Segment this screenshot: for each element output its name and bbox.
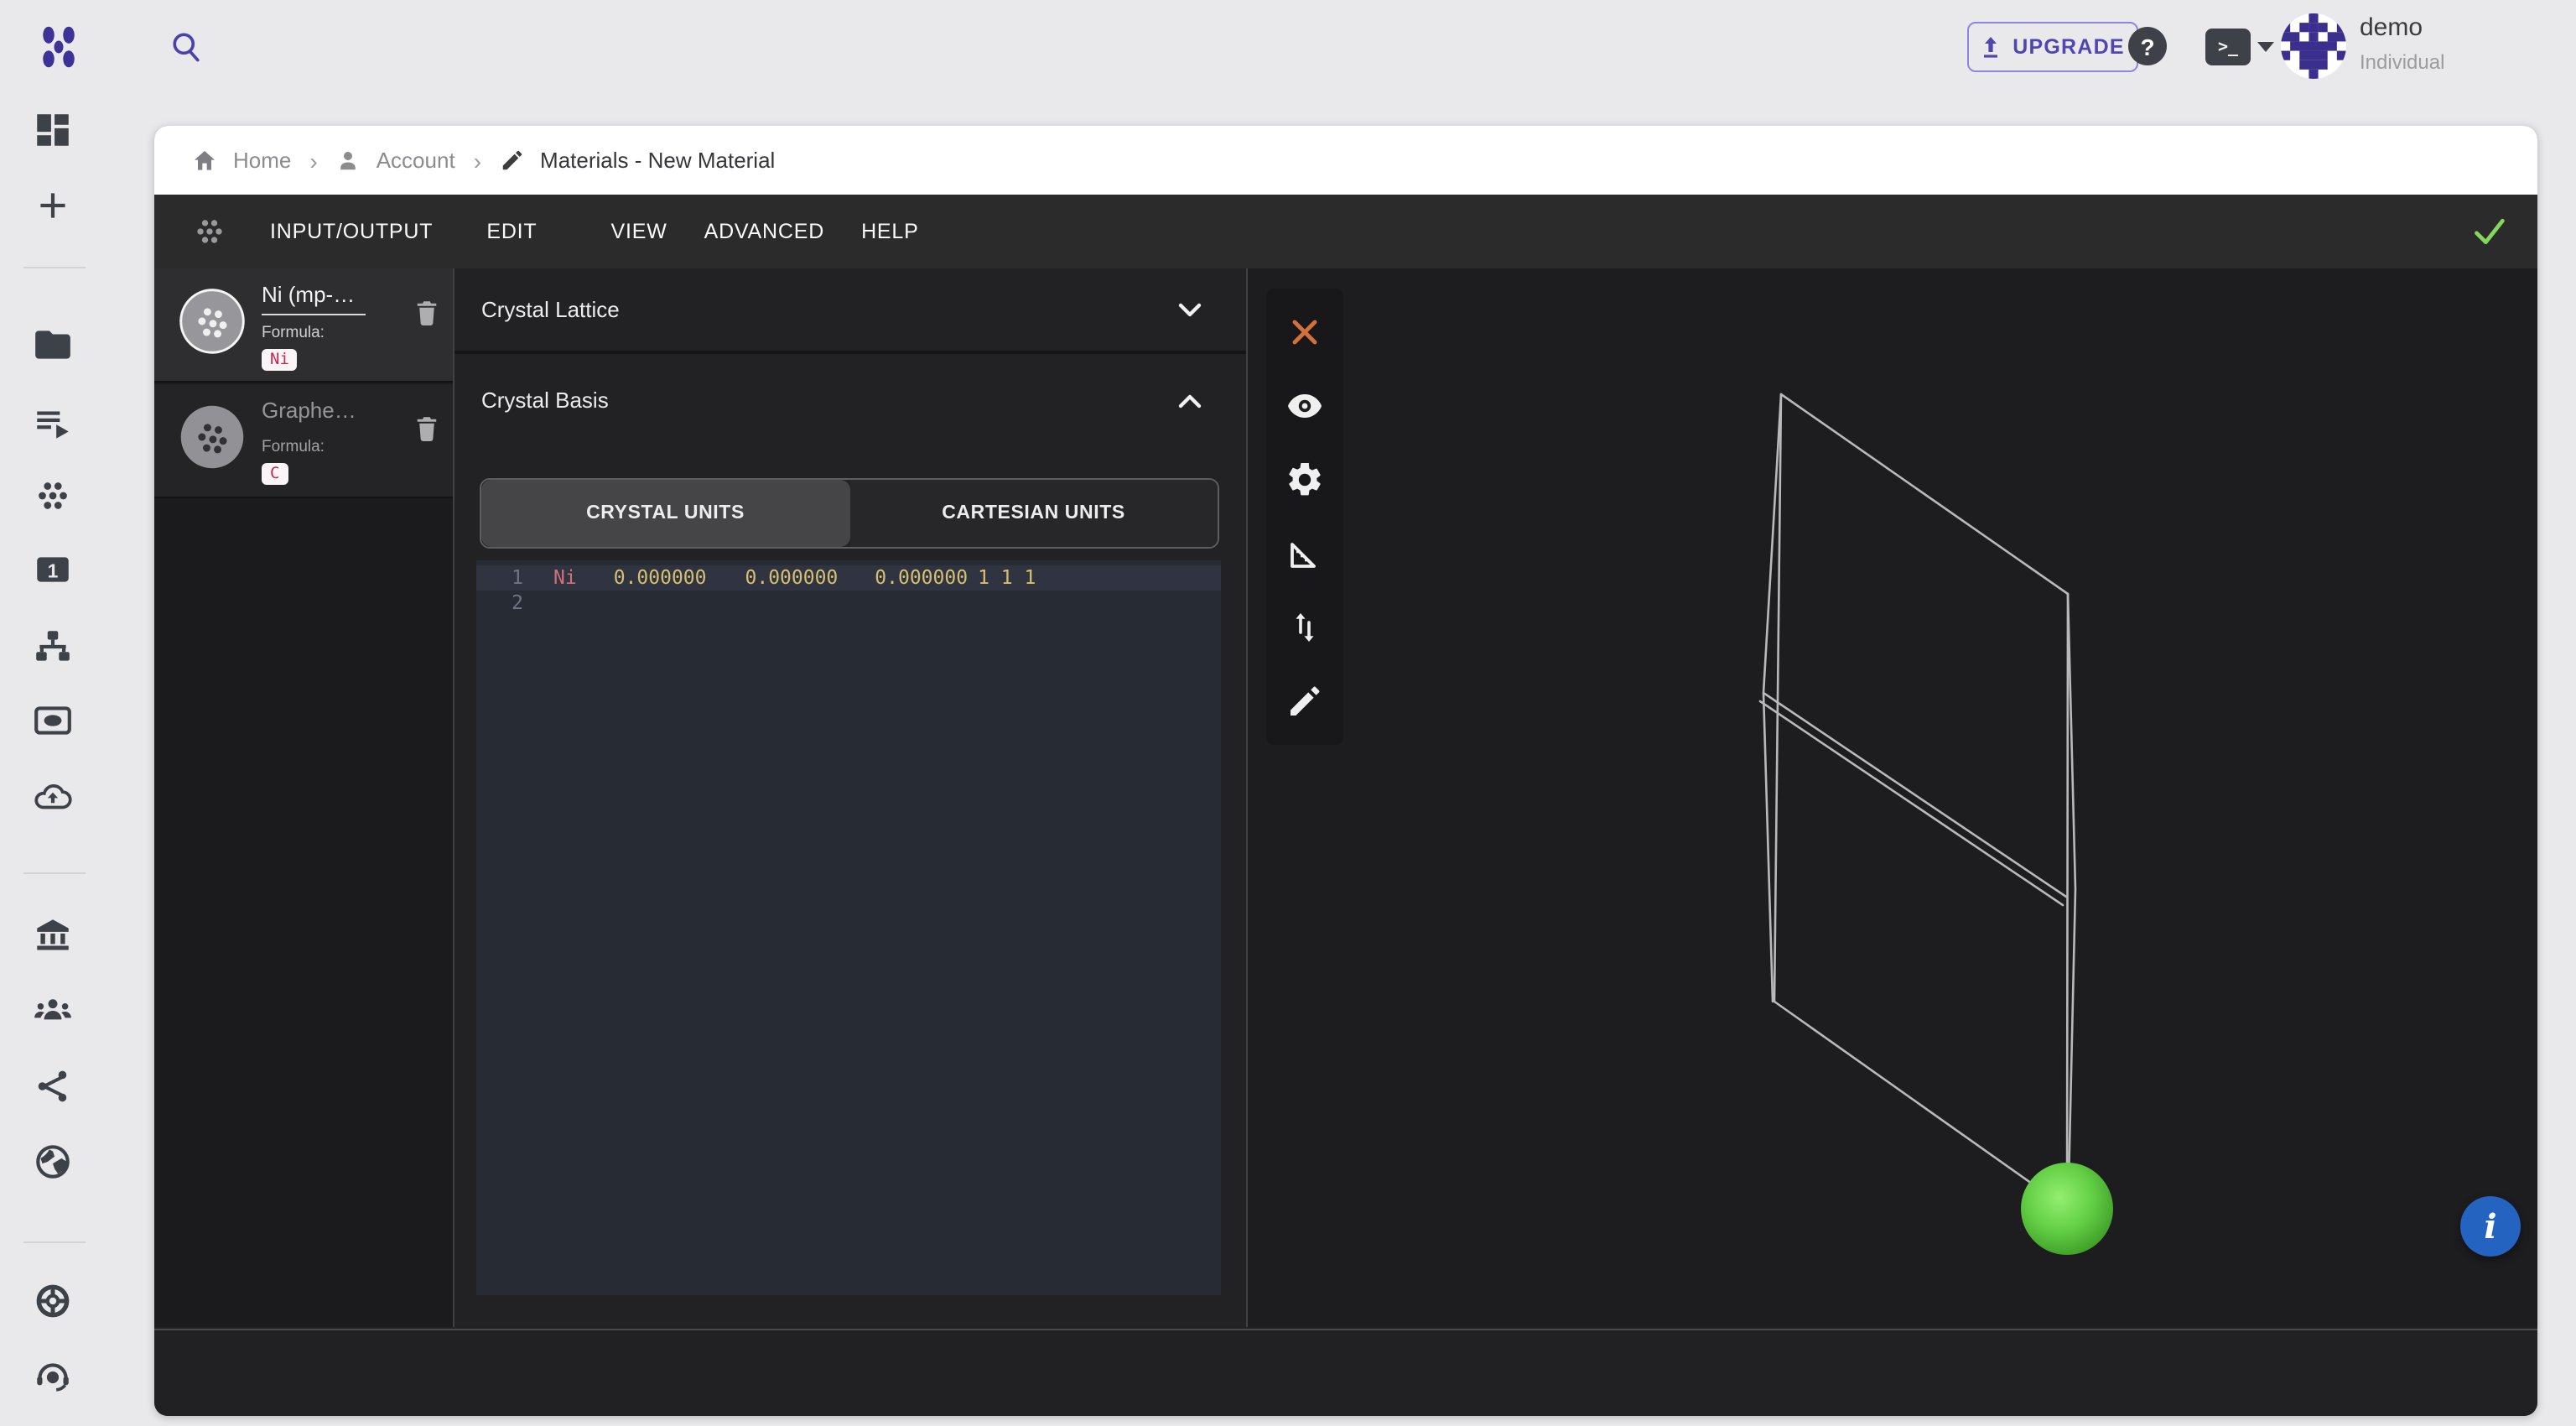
upgrade-button[interactable]: UPGRADE	[1967, 22, 2138, 72]
app-logo-icon[interactable]	[34, 22, 84, 72]
menu-advanced[interactable]: ADVANCED	[686, 210, 843, 253]
material-atoms-icon	[191, 213, 228, 250]
sidebar-item-unit-box[interactable]: 1	[32, 549, 74, 591]
sidebar-item-team[interactable]	[32, 990, 74, 1032]
editor-line[interactable]: 1 Ni 0.000000 0.000000 0.000000 1 1 1	[476, 565, 1221, 591]
upload-icon	[1981, 35, 2001, 59]
line-number: 1	[500, 565, 523, 591]
formula-chip: Ni	[262, 349, 298, 371]
info-button[interactable]: i	[2460, 1196, 2521, 1257]
sidebar-item-materials[interactable]	[32, 475, 74, 517]
app-root: UPGRADE ? >_ demo Individual	[0, 0, 2576, 1426]
formula-label: Formula:	[262, 324, 414, 342]
sidebar-item-folders[interactable]	[32, 324, 74, 366]
delete-material-icon[interactable]	[414, 299, 439, 327]
account-icon[interactable]	[336, 148, 361, 173]
breadcrumb-account[interactable]: Account	[377, 148, 455, 173]
tab-crystal-units[interactable]: CRYSTAL UNITS	[481, 480, 849, 547]
material-list-item[interactable]: Graphe… Formula: C	[154, 384, 453, 498]
menu-view[interactable]: VIEW	[593, 210, 686, 253]
formula-chip: C	[262, 463, 288, 485]
constraint-flags: 1 1 1	[978, 565, 1036, 591]
terminal-button[interactable]: >_	[2205, 29, 2251, 65]
sidebar-divider	[23, 872, 86, 874]
formula-label: Formula:	[262, 438, 414, 456]
coord-z: 0.000000	[875, 565, 968, 591]
sidebar-item-dashboard[interactable]	[32, 109, 74, 151]
sidebar-item-share[interactable]	[32, 1065, 74, 1107]
unit-cell-wireframe[interactable]	[1248, 268, 2537, 1327]
card-footer	[154, 1329, 2537, 1416]
crystal-basis-title: Crystal Basis	[481, 388, 609, 413]
element-token: Ni	[553, 565, 577, 591]
delete-material-icon[interactable]	[414, 414, 439, 443]
sidebar-divider	[23, 1241, 86, 1243]
identicon	[2281, 13, 2346, 79]
sidebar-item-help-ring[interactable]	[32, 1280, 74, 1322]
edit-pencil-icon	[500, 148, 525, 173]
cell-edges	[1760, 394, 2075, 1208]
chevron-right-icon: ›	[306, 147, 320, 174]
tab-cartesian-units[interactable]: CARTESIAN UNITS	[849, 480, 1218, 547]
menu-help[interactable]: HELP	[843, 210, 937, 253]
material-name[interactable]: Ni (mp-…	[262, 282, 366, 315]
menu-input-output[interactable]: INPUT/OUTPUT	[252, 210, 451, 253]
help-glyph: ?	[2140, 33, 2154, 60]
coord-y: 0.000000	[745, 565, 839, 591]
sidebar-item-add-new[interactable]	[32, 185, 74, 226]
atom-sphere-ni[interactable]	[2021, 1163, 2113, 1255]
upgrade-label: UPGRADE	[2012, 35, 2124, 59]
material-list-item[interactable]: Ni (mp-… Formula: Ni	[154, 268, 453, 383]
editor-menubar: INPUT/OUTPUT EDIT VIEW ADVANCED HELP	[154, 195, 2537, 268]
editor-line[interactable]: 2	[476, 591, 1221, 616]
user-name[interactable]: demo	[2360, 13, 2423, 42]
line-number: 2	[500, 591, 523, 616]
workspace: Ni (mp-… Formula: Ni Graphe…	[154, 268, 2537, 1327]
breadcrumb: Home › Account › Materials - New Materia…	[154, 126, 2537, 195]
coord-x: 0.000000	[614, 565, 707, 591]
sidebar-item-cloud-upload[interactable]	[32, 777, 74, 819]
home-icon[interactable]	[191, 147, 218, 174]
sidebar-item-web[interactable]	[32, 1141, 74, 1183]
user-avatar[interactable]	[2281, 13, 2346, 79]
basis-code-editor[interactable]: 1 Ni 0.000000 0.000000 0.000000 1 1 1 2	[476, 560, 1221, 1295]
crystal-lattice-header[interactable]: Crystal Lattice	[454, 268, 1246, 354]
crystal-panels: Crystal Lattice Crystal Basis CRYSTAL UN…	[454, 268, 1246, 1327]
user-role: Individual	[2360, 50, 2444, 74]
sidebar-divider	[23, 267, 86, 268]
material-avatar-icon	[178, 287, 247, 356]
help-button[interactable]: ?	[2128, 27, 2167, 65]
sidebar-item-jobs[interactable]	[32, 401, 74, 443]
search-icon[interactable]	[168, 29, 205, 65]
chevron-up-icon[interactable]	[1177, 392, 1202, 409]
terminal-icon: >_	[2218, 38, 2238, 56]
terminal-dropdown-caret-icon[interactable]	[2257, 42, 2274, 52]
breadcrumb-current: Materials - New Material	[540, 148, 775, 173]
units-tabs: CRYSTAL UNITS CARTESIAN UNITS	[480, 478, 1219, 549]
top-bar: UPGRADE ? >_ demo Individual	[0, 0, 2576, 96]
info-icon: i	[2484, 1206, 2496, 1246]
material-avatar-icon	[178, 403, 247, 471]
badge-one: 1	[48, 559, 59, 581]
sidebar-item-support[interactable]	[32, 1356, 74, 1397]
breadcrumb-home[interactable]: Home	[233, 148, 291, 173]
chevron-down-icon[interactable]	[1177, 301, 1202, 318]
apply-check-icon[interactable]	[2470, 215, 2507, 248]
crystal-basis-header[interactable]: Crystal Basis	[454, 357, 1246, 443]
structure-viewer[interactable]: i	[1248, 268, 2537, 1327]
crystal-lattice-title: Crystal Lattice	[481, 297, 620, 322]
sidebar-item-workflows[interactable]	[32, 626, 74, 668]
main-card: Home › Account › Materials - New Materia…	[154, 126, 2537, 1416]
menu-edit[interactable]: EDIT	[468, 210, 555, 253]
material-name[interactable]: Graphe…	[262, 398, 366, 429]
materials-list: Ni (mp-… Formula: Ni Graphe…	[154, 268, 453, 1327]
sidebar-item-media[interactable]	[32, 700, 74, 742]
chevron-right-icon: ›	[470, 147, 485, 174]
sidebar-item-bank[interactable]	[32, 914, 74, 956]
